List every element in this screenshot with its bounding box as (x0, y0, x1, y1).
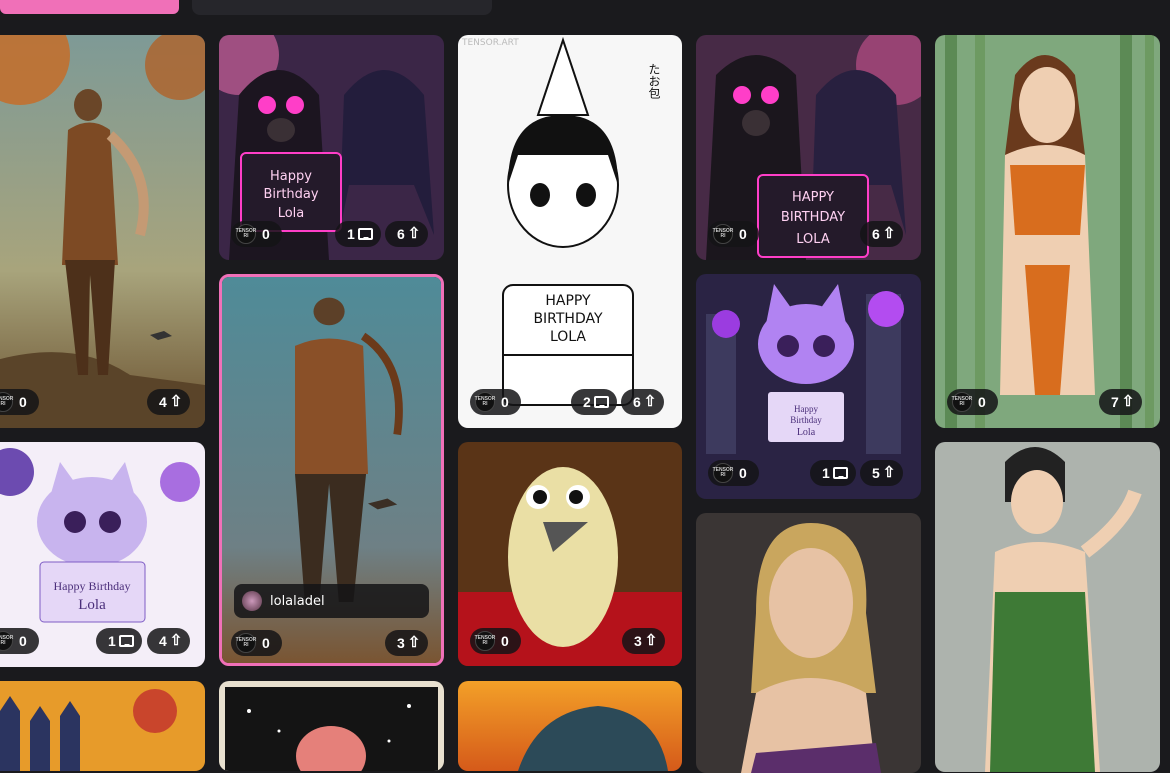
image-card-bamboo-woman[interactable]: TENSOR RI 0 7 ⇧ (935, 35, 1160, 428)
image-card-popcorn-penguin[interactable]: TENSOR RI 0 3 ⇧ (458, 442, 682, 666)
tensor-logo-icon: TENSOR RI (713, 224, 733, 244)
tensor-logo-icon: TENSOR RI (0, 392, 13, 412)
comment-badge[interactable]: 1 (96, 628, 142, 654)
image-card-blonde-portrait[interactable] (696, 513, 921, 773)
image-card-gasmask-birthday-1[interactable]: Happy Birthday Lola TENSOR RI 0 1 6 ⇧ (219, 35, 444, 260)
energy-badge[interactable]: TENSOR RI0 (470, 389, 521, 415)
svg-text:Lola: Lola (797, 427, 816, 438)
comment-badge[interactable]: 1 (335, 221, 381, 247)
artwork-image (0, 35, 205, 428)
arrow-up-icon: ⇧ (407, 634, 421, 651)
svg-text:Birthday: Birthday (263, 187, 318, 202)
vote-badge[interactable]: 6 ⇧ (385, 221, 429, 247)
artwork-image: TENSOR.ART HAPPY BIRTHDAY LOLA たお包 (458, 35, 682, 428)
svg-text:BIRTHDAY: BIRTHDAY (781, 210, 845, 225)
create-button[interactable] (0, 0, 179, 14)
image-card-castle[interactable] (0, 681, 205, 771)
energy-badge[interactable]: TENSOR RI0 (0, 628, 39, 654)
comment-icon (832, 467, 848, 479)
image-card-aviator-woman[interactable]: TENSOR RI0 4⇧ (0, 35, 205, 428)
svg-text:HAPPY: HAPPY (792, 190, 834, 205)
svg-text:HAPPY: HAPPY (545, 293, 591, 309)
arrow-up-icon: ⇧ (882, 464, 896, 481)
arrow-up-icon: ⇧ (643, 393, 657, 410)
arrow-up-icon: ⇧ (644, 632, 658, 649)
search-bar[interactable] (192, 0, 492, 15)
svg-text:LOLA: LOLA (550, 329, 586, 345)
image-card-green-dress[interactable] (935, 442, 1160, 772)
energy-badge[interactable]: TENSOR RI0 (708, 460, 759, 486)
vote-badge[interactable]: 3 ⇧ (622, 628, 666, 654)
comment-icon (357, 228, 373, 240)
energy-badge[interactable]: TENSOR RI0 (708, 221, 759, 247)
arrow-up-icon: ⇧ (169, 632, 183, 649)
tensor-logo-icon: TENSOR RI (713, 463, 733, 483)
artwork-image (696, 513, 921, 773)
comment-icon (118, 635, 134, 647)
svg-text:Lola: Lola (78, 597, 106, 613)
arrow-up-icon: ⇧ (882, 225, 896, 242)
author-bar[interactable]: lolaladel (234, 584, 429, 618)
vote-badge[interactable]: 6 ⇧ (860, 221, 904, 247)
svg-text:Happy: Happy (270, 169, 312, 184)
artwork-image (935, 35, 1160, 428)
energy-badge[interactable]: TENSOR RI0 (470, 628, 521, 654)
arrow-up-icon: ⇧ (1121, 393, 1135, 410)
comment-icon (593, 396, 609, 408)
energy-badge[interactable]: TENSOR RI0 (231, 221, 282, 247)
svg-text:LOLA: LOLA (796, 232, 830, 247)
artwork-image (458, 681, 682, 771)
svg-text:BIRTHDAY: BIRTHDAY (533, 311, 603, 327)
vote-badge[interactable]: 7 ⇧ (1099, 389, 1143, 415)
vote-badge[interactable]: 4 ⇧ (147, 628, 191, 654)
image-card-godzilla[interactable] (458, 681, 682, 771)
comment-badge[interactable]: 1 (810, 460, 856, 486)
sign-text: Happy Birthday (54, 579, 131, 593)
arrow-up-icon: ⇧ (407, 225, 421, 242)
image-card-brain[interactable] (219, 681, 444, 771)
svg-text:たお包: たお包 (647, 63, 661, 99)
svg-text:Lola: Lola (278, 206, 305, 221)
svg-text:TENSOR.ART: TENSOR.ART (461, 38, 519, 48)
vote-badge[interactable]: 6 ⇧ (621, 389, 665, 415)
tensor-logo-icon: TENSOR RI (236, 633, 256, 653)
image-card-purple-cat-2[interactable]: Happy Birthday Lola TENSOR RI 0 1 5 ⇧ (696, 274, 921, 499)
image-card-purple-cat-1[interactable]: Happy Birthday Lola TENSOR RI0 1 4⇧ (0, 442, 205, 667)
tensor-logo-icon: TENSOR RI (475, 392, 495, 412)
image-card-manga-birthday[interactable]: TENSOR.ART HAPPY BIRTHDAY LOLA たお包 TENSO… (458, 35, 682, 428)
tensor-logo-icon: TENSOR RI (475, 631, 495, 651)
image-card-aviator-back[interactable]: lolaladel TENSOR RI 0 3 ⇧ (219, 274, 444, 666)
svg-text:Happy: Happy (794, 404, 818, 414)
artwork-image (0, 681, 205, 771)
energy-badge[interactable]: TENSOR RI0 (947, 389, 998, 415)
tensor-logo-icon: TENSOR RI (952, 392, 972, 412)
arrow-up-icon: ⇧ (169, 393, 183, 410)
svg-text:Birthday: Birthday (790, 415, 822, 425)
vote-badge[interactable]: 5 ⇧ (860, 460, 904, 486)
energy-badge[interactable]: TENSOR RI0 (0, 389, 39, 415)
tensor-logo-icon: TENSOR RI (236, 224, 256, 244)
artwork-image (935, 442, 1160, 772)
artwork-image (219, 681, 444, 771)
image-card-gasmask-birthday-2[interactable]: HAPPY BIRTHDAY LOLA TENSOR RI 0 6 ⇧ (696, 35, 921, 260)
author-name[interactable]: lolaladel (270, 594, 325, 609)
vote-badge[interactable]: 4 ⇧ (147, 389, 191, 415)
top-bar (0, 0, 1170, 16)
energy-badge[interactable]: TENSOR RI0 (231, 630, 282, 656)
tensor-logo-icon: TENSOR RI (0, 631, 13, 651)
vote-badge[interactable]: 3 ⇧ (385, 630, 429, 656)
comment-badge[interactable]: 2 (571, 389, 617, 415)
avatar[interactable] (242, 591, 262, 611)
